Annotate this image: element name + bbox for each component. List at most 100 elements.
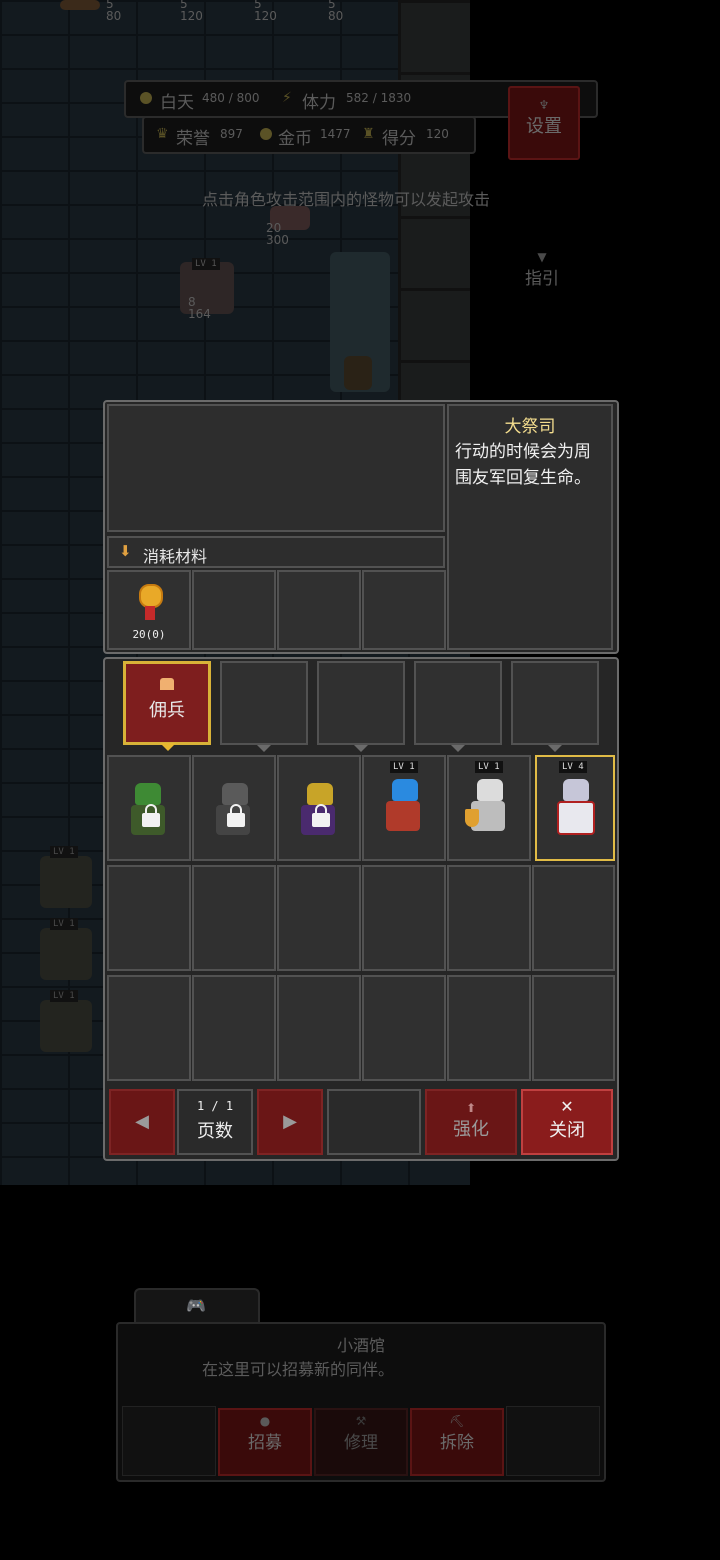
page-value: 1 / 1	[196, 1099, 234, 1113]
hero-level: LV 1	[475, 761, 503, 773]
tab-mercenary[interactable]: 佣兵	[123, 661, 211, 745]
lock-icon	[227, 804, 245, 827]
hero-slot-empty	[277, 975, 361, 1081]
hero-level: LV 1	[390, 761, 418, 773]
day-label: 白天	[160, 93, 194, 113]
hero-portrait	[392, 779, 418, 801]
building-sprite[interactable]	[40, 856, 92, 908]
hero-description: 行动的时候会为周围友军回复生命。	[455, 442, 591, 488]
hero-slot-empty	[532, 975, 615, 1081]
selected-tab-indicator	[160, 743, 176, 751]
hero-portrait	[563, 779, 589, 801]
hero-slot-empty	[362, 975, 446, 1081]
hero-slot-green-hood-archer[interactable]	[107, 755, 191, 861]
category-tab[interactable]	[511, 661, 599, 745]
category-tab[interactable]	[414, 661, 502, 745]
recruit-label: 招募	[248, 1433, 282, 1453]
hero-slot-shield-paladin[interactable]: LV 1	[447, 755, 531, 861]
close-button[interactable]: ✕ 关闭	[521, 1089, 613, 1155]
hero-level: LV 1	[192, 258, 220, 270]
hero-portrait	[477, 779, 503, 801]
arrow-right-icon: ▶	[283, 1111, 297, 1132]
tavern-slot	[506, 1406, 600, 1476]
enemy-stat: 20 300	[266, 221, 289, 247]
arrow-down-icon: ⬇	[119, 542, 132, 560]
lock-icon	[142, 804, 160, 827]
page-indicator: 1 / 1 页数	[177, 1089, 253, 1155]
attack-hint: 点击角色攻击范围内的怪物可以发起攻击	[202, 190, 491, 209]
recruit-button[interactable]: ● 招募	[218, 1408, 312, 1476]
hero-slot-purple-mage[interactable]	[277, 755, 361, 861]
lock-icon	[312, 804, 330, 827]
top-unit-row: 5 80 5 120 5 120 5 80	[60, 0, 400, 32]
unit-stat: 5 80	[328, 0, 344, 23]
coin-icon	[260, 128, 272, 140]
helmet-icon	[160, 678, 174, 690]
tab-indicator	[451, 745, 465, 752]
hero-portrait	[222, 783, 248, 805]
hero-slot-blue-hair-archer[interactable]: LV 1	[362, 755, 446, 861]
category-tab[interactable]	[317, 661, 405, 745]
pickaxe-icon: ⛏	[449, 1414, 465, 1428]
demolish-button[interactable]: ⛏ 拆除	[410, 1408, 504, 1476]
gold-value: 1477	[320, 127, 351, 141]
building-sprite[interactable]	[40, 928, 92, 980]
hero-name: 大祭司	[504, 417, 556, 437]
medal-ribbon	[145, 606, 155, 620]
building-level: LV 1	[50, 990, 78, 1002]
tab-indicator	[354, 745, 368, 752]
castle-door	[344, 356, 372, 390]
hero-slot-empty	[362, 865, 446, 971]
honor-value: 897	[220, 127, 243, 141]
hero-info-panel: ⬇ 消耗材料 20(0) 大祭司 行动的时候会为周围友军回复生命。	[103, 400, 619, 654]
score-value: 120	[426, 127, 449, 141]
tab-indicator	[548, 745, 562, 752]
crown-icon: ♛	[156, 126, 169, 142]
unit-sprite	[60, 0, 100, 10]
next-page-button[interactable]: ▶	[257, 1089, 323, 1155]
material-slot	[277, 570, 361, 650]
day-value: 480 / 800	[202, 91, 260, 105]
material-slot[interactable]: 20(0)	[107, 570, 191, 650]
hero-roster-panel: 佣兵 LV 1 LV 1 LV 4 ◀ 1 / 1 页数 ▶ ⬆ 强化 ✕ 关闭	[103, 657, 619, 1161]
materials-label: 消耗材料	[143, 547, 208, 566]
unit-stat: 5 120	[254, 0, 277, 23]
hero-preview-area	[107, 404, 445, 532]
stamina-value: 582 / 1830	[346, 91, 412, 105]
trophy-icon: ♜	[362, 126, 375, 142]
upgrade-button[interactable]: ⬆ 强化	[425, 1089, 517, 1155]
hero-slot-grey-knight[interactable]	[192, 755, 276, 861]
category-tab[interactable]	[220, 661, 308, 745]
hero-slot-high-priest[interactable]: LV 4	[535, 755, 615, 861]
hero-slot-empty	[107, 865, 191, 971]
hero-level: LV 4	[559, 761, 587, 773]
hero-portrait	[386, 801, 420, 831]
repair-button[interactable]: ⚒ 修理	[314, 1408, 408, 1476]
repair-label: 修理	[344, 1433, 378, 1453]
hero-slot-empty	[532, 865, 615, 971]
trophy-icon: ▼	[537, 250, 547, 264]
tavern-slot	[122, 1406, 216, 1476]
close-label: 关闭	[549, 1120, 585, 1141]
building-level: LV 1	[50, 918, 78, 930]
material-slot	[192, 570, 276, 650]
hud-resource-bar: ♛ 荣誉 897 金币 1477 ♜ 得分 120	[142, 116, 476, 154]
settings-label: 设置	[526, 116, 562, 137]
tavern-tab[interactable]: 🎮	[134, 1288, 260, 1324]
gamepad-icon: 🎮	[186, 1296, 206, 1315]
honor-label: 荣誉	[176, 129, 210, 149]
person-icon: ●	[259, 1414, 271, 1428]
prev-page-button[interactable]: ◀	[109, 1089, 175, 1155]
materials-header: ⬇ 消耗材料	[107, 536, 445, 568]
tab-indicator	[257, 745, 271, 752]
close-icon: ✕	[560, 1097, 574, 1116]
material-slot	[362, 570, 446, 650]
unit-stat: 5 80	[106, 0, 122, 23]
tab-mercenary-label: 佣兵	[149, 700, 185, 721]
medal-icon	[139, 584, 163, 608]
building-level: LV 1	[50, 846, 78, 858]
guide-button[interactable]: ▼ 指引	[520, 250, 564, 289]
settings-button[interactable]: ♆ 设置	[508, 86, 580, 160]
building-sprite[interactable]	[40, 1000, 92, 1052]
lightning-icon: ⚡	[282, 90, 292, 106]
